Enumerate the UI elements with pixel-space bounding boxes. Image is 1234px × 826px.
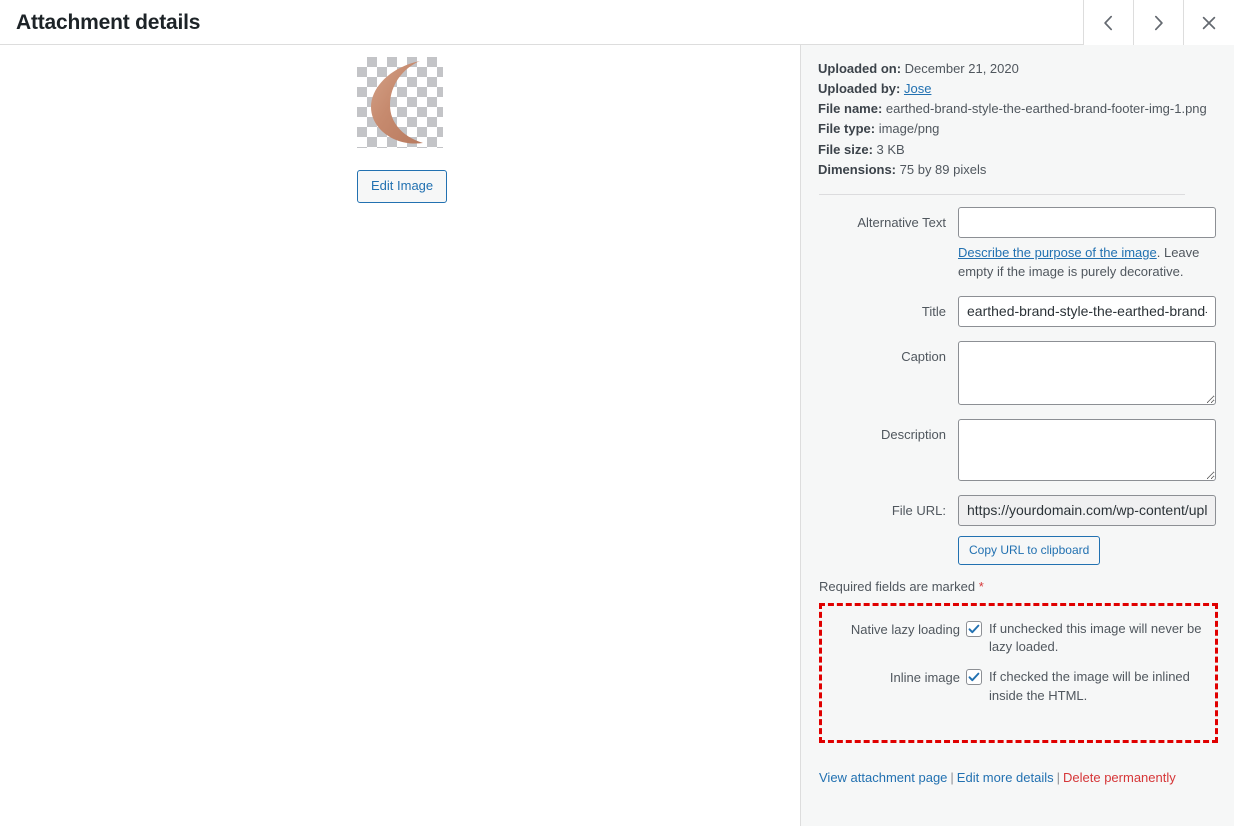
- uploaded-by-label: Uploaded by:: [818, 81, 901, 97]
- file-type-row: File type: image/png: [818, 119, 1218, 139]
- file-url-label: File URL:: [891, 502, 946, 518]
- description-field-wrap: [958, 418, 1218, 481]
- required-asterisk: *: [978, 578, 984, 594]
- description-textarea[interactable]: [958, 418, 1216, 481]
- inline-image-label: Inline image: [889, 670, 960, 686]
- inline-image-field-wrap: If checked the image will be inlined ins…: [966, 668, 1211, 706]
- file-url-input[interactable]: [958, 494, 1216, 526]
- title-row: Title: [818, 295, 1218, 327]
- attachment-preview-pane: Edit Image: [0, 45, 801, 826]
- caption-label: Caption: [901, 348, 946, 364]
- native-lazy-loading-row: Native lazy loading If unchecked this im…: [822, 620, 1211, 658]
- required-fields-text: Required fields are marked: [819, 578, 979, 594]
- uploaded-on-value: December 21, 2020: [904, 61, 1019, 76]
- inline-image-checkbox[interactable]: [966, 669, 982, 686]
- caption-row: Caption: [818, 340, 1218, 405]
- title-label: Title: [921, 303, 946, 319]
- inline-image-help: If checked the image will be inlined ins…: [989, 669, 1190, 704]
- native-lazy-loading-help: If unchecked this image will never be la…: [989, 620, 1202, 655]
- dimensions-label: Dimensions:: [818, 161, 897, 177]
- description-label: Description: [880, 426, 946, 442]
- caption-field-wrap: [958, 340, 1218, 405]
- dimensions-value: 75 by 89 pixels: [899, 161, 987, 177]
- title-field-wrap: [958, 295, 1218, 327]
- attachment-metadata: Uploaded on: December 21, 2020 Uploaded …: [818, 59, 1218, 180]
- title-input[interactable]: [958, 295, 1216, 327]
- uploaded-on-label: Uploaded on:: [818, 61, 902, 76]
- inline-image-row: Inline image If checked the image will b…: [822, 668, 1211, 706]
- alt-text-row: Alternative Text Describe the purpose of…: [818, 206, 1218, 282]
- previous-attachment-button[interactable]: [1083, 0, 1133, 45]
- view-attachment-page-link[interactable]: View attachment page: [819, 770, 947, 785]
- next-attachment-button[interactable]: [1133, 0, 1183, 45]
- file-size-label: File size:: [818, 141, 873, 157]
- page-title: Attachment details: [16, 10, 201, 34]
- modal-header: Attachment details: [0, 0, 1234, 45]
- file-type-value: image/png: [878, 121, 940, 137]
- alt-text-help: Describe the purpose of the image. Leave…: [958, 244, 1216, 282]
- description-row: Description: [818, 418, 1218, 481]
- file-name-row: File name: earthed-brand-style-the-earth…: [818, 99, 1218, 119]
- native-lazy-loading-label: Native lazy loading: [850, 621, 960, 637]
- chevron-right-icon: [1153, 15, 1164, 31]
- file-url-row: File URL: Copy URL to clipboard: [818, 494, 1218, 565]
- describe-purpose-link[interactable]: Describe the purpose of the image: [958, 245, 1157, 260]
- file-url-field-wrap: Copy URL to clipboard: [958, 494, 1218, 565]
- attachment-info-pane: Uploaded on: December 21, 2020 Uploaded …: [801, 45, 1234, 826]
- inline-image-control: If checked the image will be inlined ins…: [966, 668, 1211, 706]
- chevron-left-icon: [1103, 15, 1114, 31]
- preview-wrapper: Edit Image: [357, 57, 448, 203]
- native-lazy-loading-checkbox[interactable]: [966, 620, 982, 637]
- highlighted-settings-box: Native lazy loading If unchecked this im…: [819, 602, 1218, 743]
- section-divider: [819, 193, 1185, 195]
- alt-text-input[interactable]: [958, 206, 1216, 238]
- attachment-thumbnail: [357, 57, 443, 148]
- file-type-label: File type:: [818, 121, 876, 137]
- caption-textarea[interactable]: [958, 340, 1216, 405]
- file-size-row: File size: 3 KB: [818, 140, 1218, 160]
- alt-text-field-wrap: Describe the purpose of the image. Leave…: [958, 206, 1218, 282]
- native-lazy-loading-field-wrap: If unchecked this image will never be la…: [966, 620, 1211, 658]
- file-name-label: File name:: [818, 101, 883, 117]
- uploaded-by-link[interactable]: Jose: [904, 81, 931, 96]
- close-icon: [1202, 16, 1216, 30]
- file-size-value: 3 KB: [876, 141, 905, 157]
- action-separator-2: |: [1056, 769, 1061, 785]
- uploaded-by-row: Uploaded by: Jose: [818, 79, 1218, 99]
- alt-text-label: Alternative Text: [857, 214, 946, 230]
- required-fields-note: Required fields are marked *: [819, 579, 1218, 594]
- uploaded-on-row: Uploaded on: December 21, 2020: [818, 59, 1218, 79]
- dimensions-row: Dimensions: 75 by 89 pixels: [818, 160, 1218, 180]
- delete-permanently-link[interactable]: Delete permanently: [1063, 770, 1176, 785]
- edit-more-details-link[interactable]: Edit more details: [957, 770, 1054, 785]
- edit-image-button[interactable]: Edit Image: [357, 170, 448, 203]
- close-modal-button[interactable]: [1183, 0, 1234, 45]
- copy-url-button[interactable]: Copy URL to clipboard: [958, 535, 1101, 565]
- header-button-group: [1083, 0, 1234, 45]
- file-name-value: earthed-brand-style-the-earthed-brand-fo…: [885, 101, 1207, 117]
- native-lazy-loading-control: If unchecked this image will never be la…: [966, 620, 1211, 658]
- modal-body: Edit Image Uploaded on: December 21, 202…: [0, 45, 1234, 826]
- attachment-actions: View attachment page | Edit more details | D…: [819, 770, 1218, 785]
- action-separator-1: |: [950, 769, 954, 785]
